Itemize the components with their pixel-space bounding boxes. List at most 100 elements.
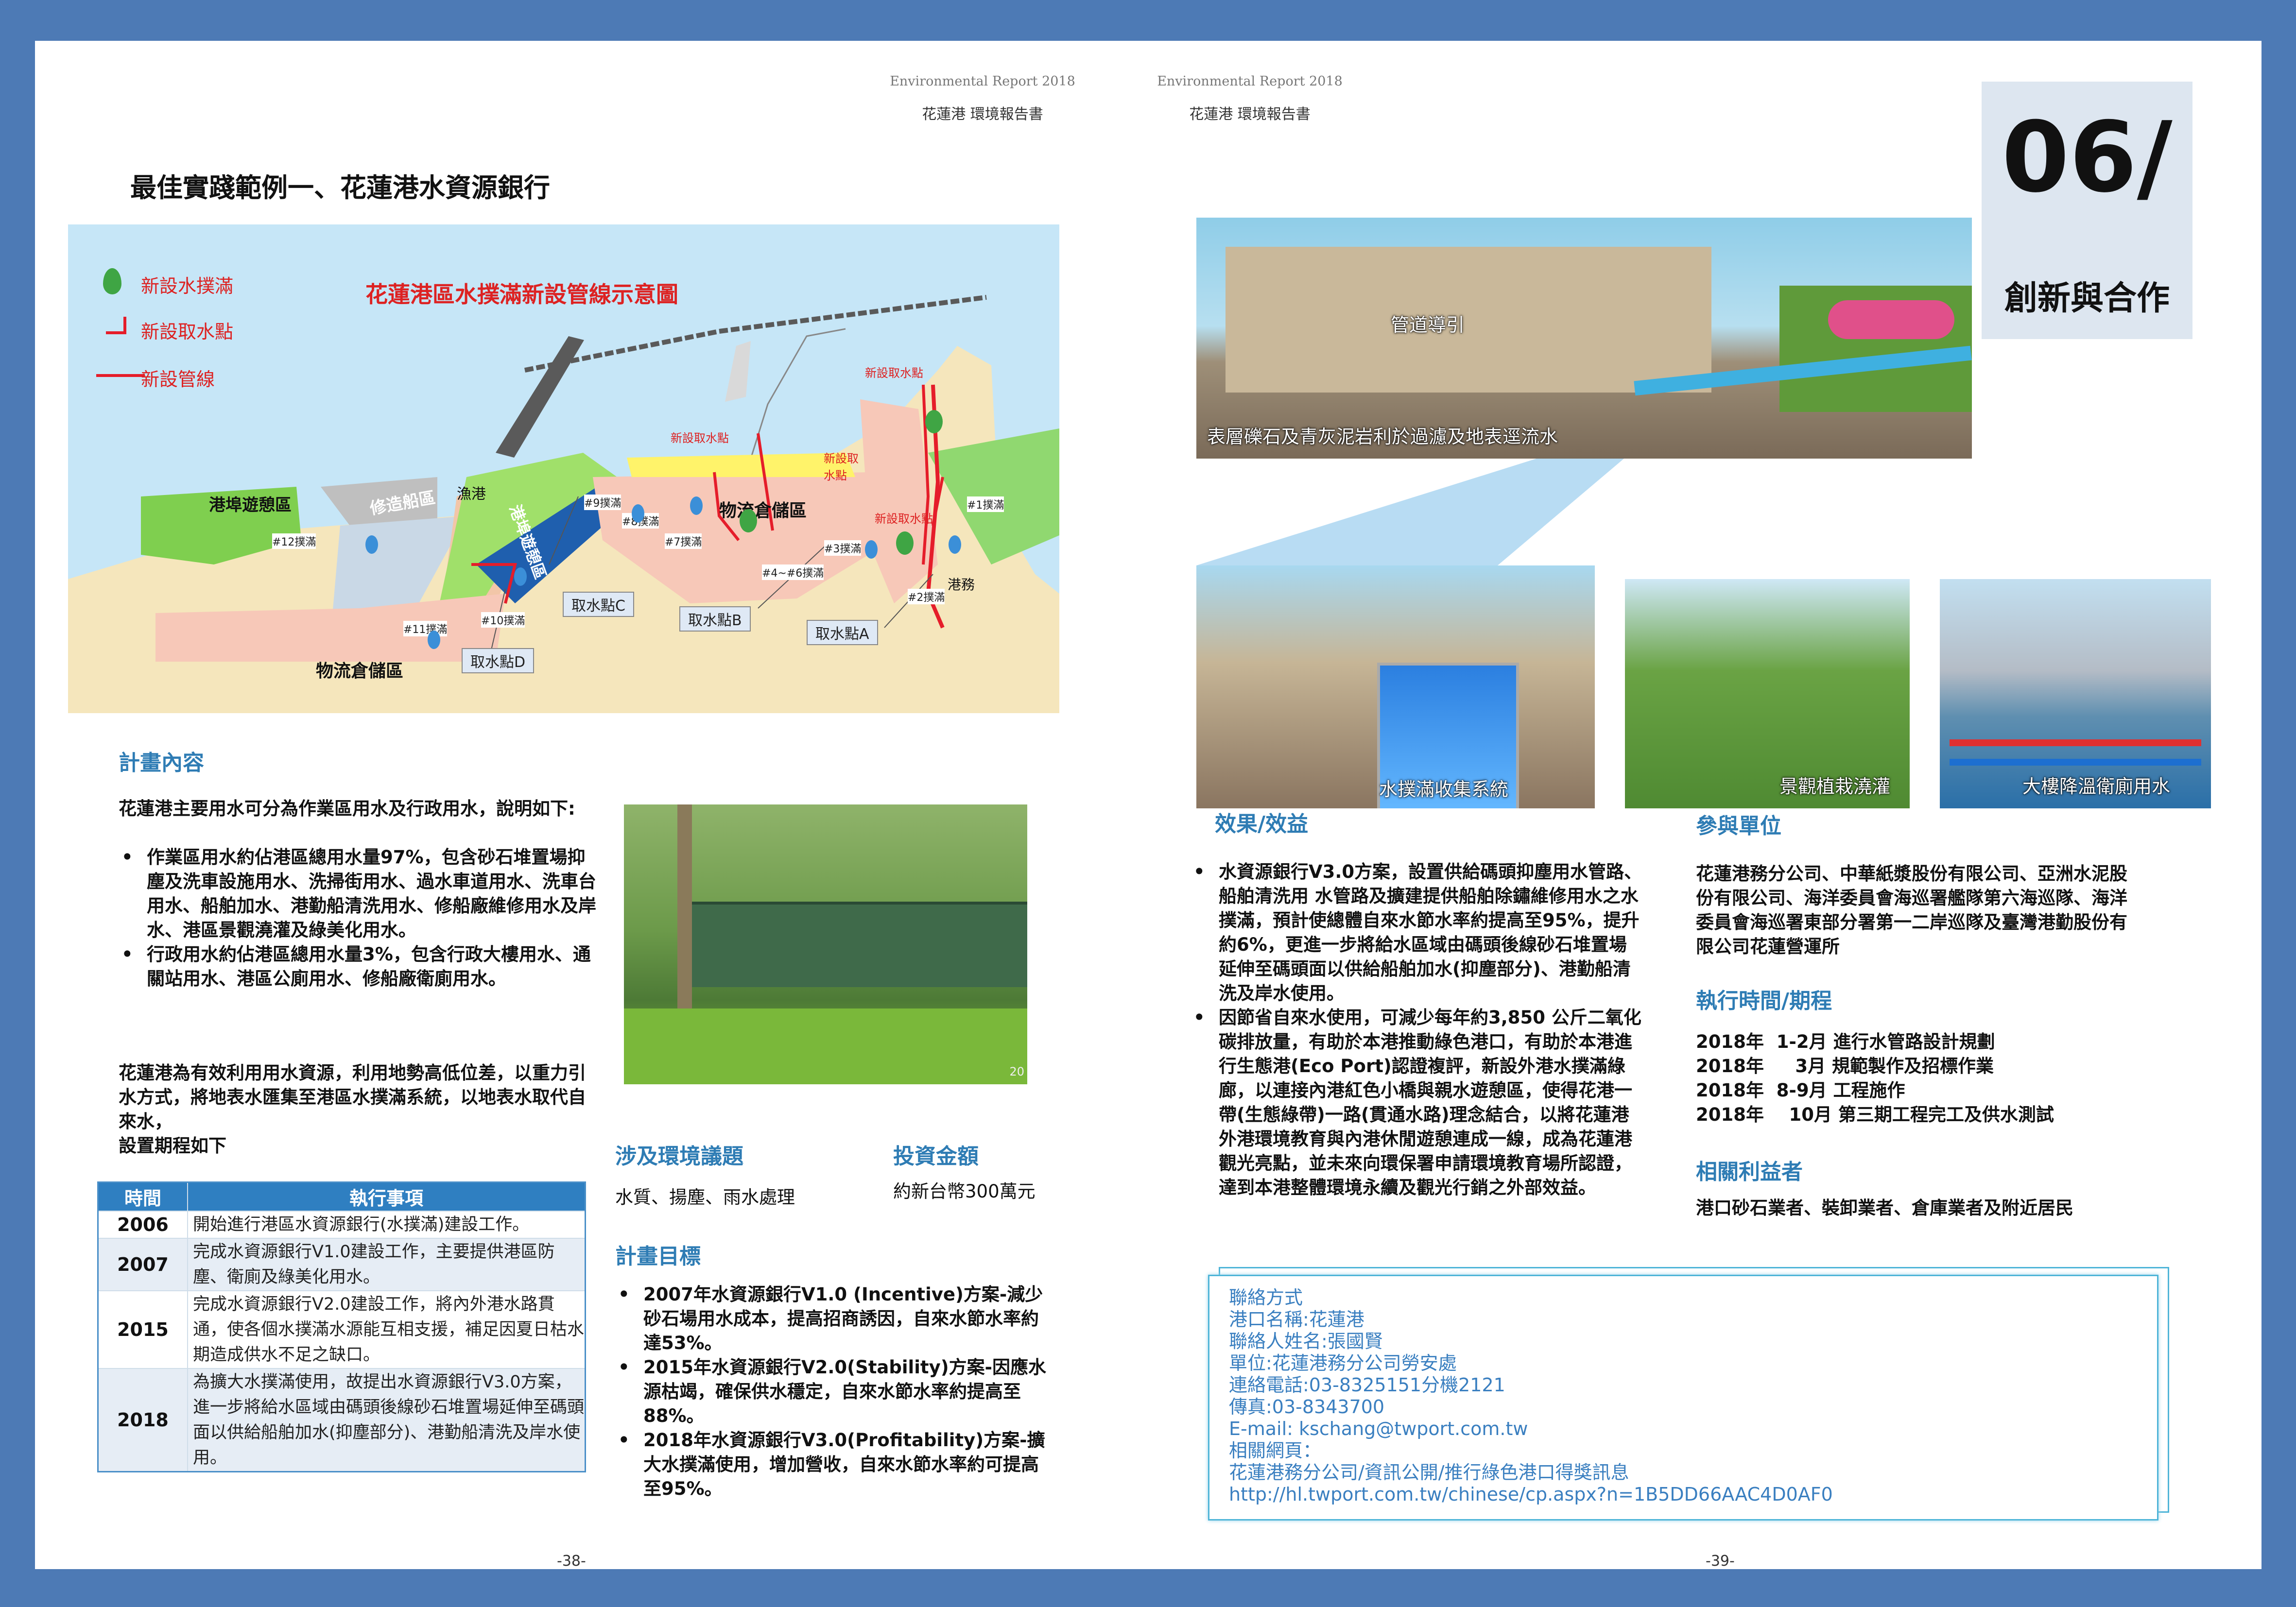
tank-label: #2撲滿 — [908, 589, 945, 604]
list-item: 2007年水資源銀行V1.0 (Incentive)方案-減少砂石場用水成本，提… — [615, 1282, 1053, 1355]
right-page: Environmental Report 2018 花蓮港 環境報告書 06/ … — [1148, 41, 2261, 1570]
droplet-icon — [365, 535, 378, 554]
legend-pipe-icon — [96, 374, 145, 377]
left-page: Environmental Report 2018 花蓮港 環境報告書 最佳實踐… — [35, 41, 1148, 1570]
pipe-photo: 管道導引 表層礫石及青灰泥岩利於過濾及地表逕流水 — [1196, 218, 1972, 459]
droplet-icon — [949, 535, 961, 554]
item-cell: 完成水資源銀行V1.0建設工作，主要提供港區防塵、衛廁及綠美化用水。 — [187, 1238, 586, 1291]
stakeholders-text: 港口砂石業者、裝卸業者、倉庫業者及附近居民 — [1696, 1197, 2073, 1218]
photo-caption: 景觀植栽澆灌 — [1779, 776, 1890, 797]
tank-label: #10撲滿 — [481, 612, 525, 628]
green-droplet-icon — [740, 509, 757, 532]
schedule-table: 時間 執行事項 2006 開始進行港區水資源銀行(水撲滿)建設工作。 2007 … — [97, 1181, 586, 1472]
header-zh: 花蓮港 環境報告書 — [922, 106, 1043, 123]
item-cell: 為擴大水撲滿使用，故提出水資源銀行V3.0方案，進一步將給水區域由碼頭後線砂石堆… — [187, 1368, 586, 1472]
chapter-box: 06/ 創新與合作 — [1982, 82, 2192, 339]
page-title: 最佳實踐範例一、花蓮港水資源銀行 — [130, 172, 550, 203]
intake-label: 新設取水點 — [671, 431, 729, 445]
intake-label: 新設取水點 — [875, 512, 933, 526]
legend-pipe: 新設管線 — [141, 369, 215, 390]
park-photo: 20 — [624, 804, 1027, 1084]
timeline-list: 2018年 1-2月 進行水管路設計規劃 2018年 3月 規範製作及招標作業 … — [1696, 1030, 2054, 1127]
photo-caption: 表層礫石及青灰泥岩利於過濾及地表逕流水 — [1207, 426, 1558, 447]
list-item: 2015年水資源銀行V2.0(Stability)方案-因應水源枯竭，確保供水穩… — [615, 1355, 1053, 1428]
plan-content-list: 作業區用水約佔港區總用水量97%，包含砂石堆置場抑塵及洗車設施用水、洗掃街用水、… — [119, 845, 600, 991]
plan-goals-list: 2007年水資源銀行V1.0 (Incentive)方案-減少砂石場用水成本，提… — [615, 1282, 1053, 1501]
year-cell: 2018 — [97, 1368, 188, 1472]
contact-email-link[interactable]: E-mail: kschang@twport.com.tw — [1229, 1418, 1833, 1440]
table-row: 2015 完成水資源銀行V2.0建設工作，將內外港水路貫通，使各個水撲滿水源能互… — [97, 1290, 586, 1369]
intake-label: 新設取水點 — [824, 452, 859, 482]
plan-content-para: 設置期程如下 — [119, 1135, 226, 1156]
list-item: 行政用水約佔港區總用水量3%，包含行政大樓用水、通關站用水、港區公廁用水、修船廠… — [119, 942, 600, 991]
droplet-icon — [428, 631, 440, 649]
contact-fax: 傳真:03-8343700 — [1229, 1396, 1385, 1418]
tank-label: #1撲滿 — [967, 496, 1004, 512]
table-header: 執行事項 — [187, 1181, 586, 1212]
year-cell: 2006 — [97, 1211, 188, 1239]
contact-line: 聯絡人姓名:張國賢 — [1229, 1331, 1383, 1352]
plan-goals-heading: 計畫目標 — [615, 1244, 701, 1269]
timeline-item: 2018年 3月 規範製作及招標作業 — [1696, 1056, 1994, 1077]
intake-box-b: 取水點B — [679, 606, 751, 632]
header-en: Environmental Report 2018 — [1157, 74, 1343, 89]
intake-box-a: 取水點A — [807, 620, 878, 645]
plan-content-intro: 花蓮港主要用水可分為作業區用水及行政用水，說明如下: — [119, 798, 575, 819]
effects-list: 水資源銀行V3.0方案，設置供給碼頭抑塵用水管路、船舶清洗用 水管路及擴建提供船… — [1191, 860, 1642, 1200]
env-issues-text: 水質、揚塵、雨水處理 — [615, 1187, 795, 1208]
contact-url-link[interactable]: http://hl.twport.com.tw/chinese/cp.aspx?… — [1229, 1484, 1833, 1505]
zone-label: 物流倉儲區 — [316, 661, 404, 681]
header-en: Environmental Report 2018 — [890, 74, 1075, 89]
list-item: 因節省自來水使用，可減少每年約3,850 公斤二氧化碳排放量，有助於本港推動綠色… — [1191, 1006, 1642, 1200]
chapter-title: 創新與合作 — [2004, 279, 2170, 318]
zone-label: 漁港 — [457, 486, 486, 503]
list-item: 作業區用水約佔港區總用水量97%，包含砂石堆置場抑塵及洗車設施用水、洗掃街用水、… — [119, 845, 600, 942]
photo-caption: 管道導引 — [1391, 314, 1465, 336]
tank-label: #4~#6撲滿 — [762, 564, 824, 580]
contact-line: 港口名稱:花蓮港 — [1229, 1309, 1364, 1330]
contact-line: 花蓮港務分公司/資訊公開/推行綠色港口得獎訊息 — [1229, 1462, 1629, 1483]
building-photo: 大樓降溫衛廁用水 — [1940, 579, 2211, 808]
chapter-number: 06/ — [2002, 101, 2173, 214]
effects-heading: 效果/效益 — [1215, 812, 1309, 837]
list-item: 2018年水資源銀行V3.0(Profitability)方案-擴大水撲滿使用，… — [615, 1428, 1053, 1501]
droplet-icon — [865, 540, 878, 559]
table-row: 2007 完成水資源銀行V1.0建設工作，主要提供港區防塵、衛廁及綠美化用水。 — [97, 1238, 586, 1291]
timeline-item: 2018年 8-9月 工程施作 — [1696, 1080, 1905, 1101]
legend-faucet-icon — [106, 317, 126, 334]
page-number: -38- — [557, 1553, 586, 1570]
droplet-icon — [514, 567, 527, 586]
droplet-icon — [690, 496, 703, 515]
header-zh: 花蓮港 環境報告書 — [1189, 106, 1311, 123]
tank-label: #12撲滿 — [272, 533, 316, 549]
year-cell: 2015 — [97, 1290, 188, 1369]
table-row: 2018 為擴大水撲滿使用，故提出水資源銀行V3.0方案，進一步將給水區域由碼頭… — [97, 1368, 586, 1472]
contact-line: 相關網頁： — [1229, 1440, 1322, 1461]
legend-tank: 新設水撲滿 — [141, 275, 234, 297]
item-cell: 開始進行港區水資源銀行(水撲滿)建設工作。 — [187, 1211, 586, 1239]
contact-box: 聯絡方式 港口名稱:花蓮港 聯絡人姓名:張國賢 單位:花蓮港務分公司勞安處 連絡… — [1208, 1275, 2158, 1521]
tank-photo: 水撲滿收集系統 — [1196, 565, 1595, 808]
plan-content-para: 花蓮港為有效利用用水資源，利用地勢高低位差，以重力引水方式，將地表水匯集至港區水… — [119, 1062, 586, 1132]
zone-label: 港埠遊憩區 — [209, 496, 292, 515]
investment-heading: 投資金額 — [893, 1144, 979, 1169]
photo-number: 20 — [1009, 1065, 1024, 1078]
timeline-item: 2018年 1-2月 進行水管路設計規劃 — [1696, 1031, 1995, 1052]
tank-label: #3撲滿 — [824, 540, 862, 556]
droplet-icon — [632, 504, 644, 523]
plan-content-heading: 計畫內容 — [119, 751, 204, 775]
year-cell: 2007 — [97, 1238, 188, 1291]
page-number: -39- — [1706, 1553, 1735, 1570]
timeline-heading: 執行時間/期程 — [1696, 989, 1832, 1013]
port-map: 新設水撲滿 新設取水點 新設管線 花蓮港區水撲滿新設管線示意圖 港埠遊憩區 修造… — [68, 224, 1059, 713]
tank-label: #7撲滿 — [665, 533, 702, 549]
zone-label: 港務 — [948, 577, 975, 593]
photo-caption: 大樓降溫衛廁用水 — [2022, 776, 2171, 797]
list-item: 水資源銀行V3.0方案，設置供給碼頭抑塵用水管路、船舶清洗用 水管路及擴建提供船… — [1191, 860, 1642, 1006]
photo-caption: 水撲滿收集系統 — [1379, 779, 1509, 800]
zone-label: 物流倉儲區 — [719, 501, 807, 521]
callout-shape — [1196, 459, 1624, 565]
tank-label: #9撲滿 — [584, 495, 621, 510]
investment-text: 約新台幣300萬元 — [893, 1181, 1036, 1202]
green-droplet-icon — [896, 531, 914, 555]
